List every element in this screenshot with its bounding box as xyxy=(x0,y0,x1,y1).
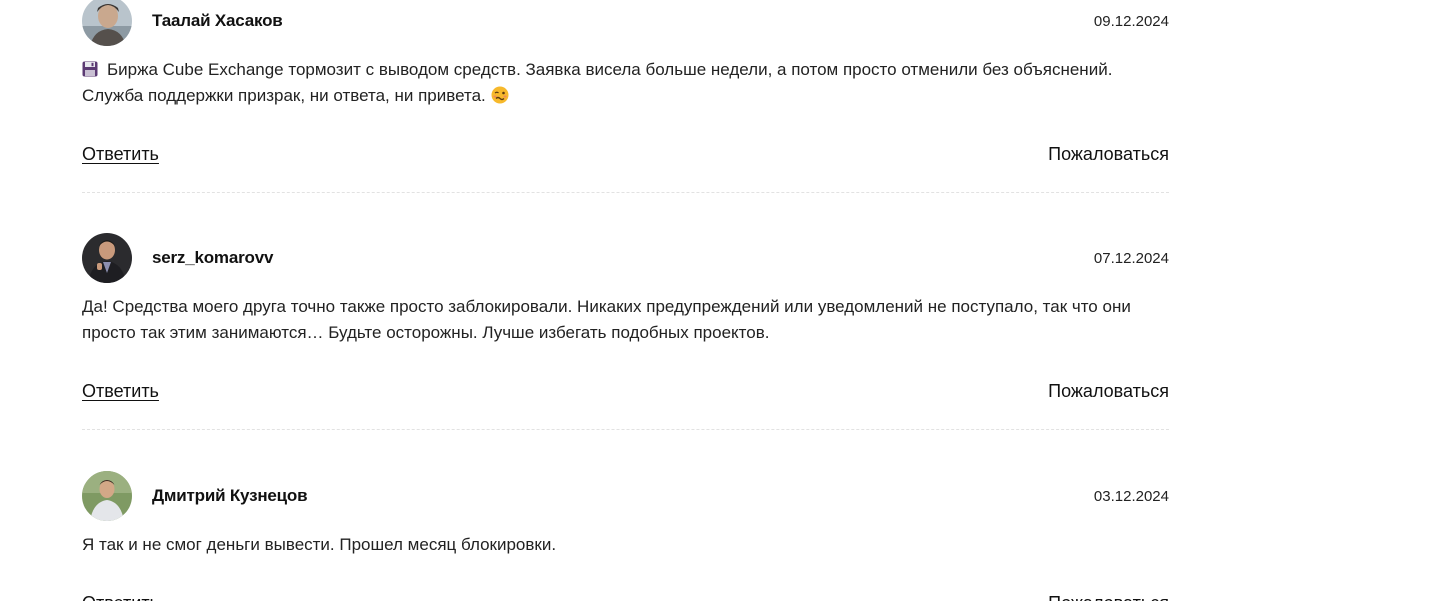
reply-link[interactable]: Ответить xyxy=(82,144,159,165)
comment-actions: Ответить Пожаловаться xyxy=(82,593,1169,601)
author-name[interactable]: serz_komarovv xyxy=(152,248,273,268)
comment-header: Таалай Хасаков 09.12.2024 xyxy=(82,0,1169,46)
woozy-face-icon xyxy=(491,86,509,104)
comment-text: Да! Средства моего друга точно также про… xyxy=(82,297,1131,342)
comment: serz_komarovv 07.12.2024 Да! Средства мо… xyxy=(82,233,1169,430)
comment-text: Биржа Cube Exchange тормозит с выводом с… xyxy=(82,57,1152,109)
comment-header: Дмитрий Кузнецов 03.12.2024 xyxy=(82,471,1169,521)
divider xyxy=(82,429,1169,430)
floppy-disk-icon xyxy=(82,61,98,77)
comment-text-body: Биржа Cube Exchange тормозит с выводом с… xyxy=(82,60,1113,105)
comment-actions: Ответить Пожаловаться xyxy=(82,144,1169,193)
comment-header: serz_komarovv 07.12.2024 xyxy=(82,233,1169,283)
comment-date: 03.12.2024 xyxy=(1093,488,1169,505)
reply-link[interactable]: Ответить xyxy=(82,593,159,601)
author-name[interactable]: Таалай Хасаков xyxy=(152,11,283,31)
divider xyxy=(82,192,1169,193)
comment-actions: Ответить Пожаловаться xyxy=(82,381,1169,430)
user-photo-icon xyxy=(82,233,132,283)
comment-date: 07.12.2024 xyxy=(1093,250,1169,267)
avatar[interactable] xyxy=(82,471,132,521)
user-photo-icon xyxy=(82,471,132,521)
comment: Дмитрий Кузнецов 03.12.2024 Я так и не с… xyxy=(82,471,1169,601)
author-name[interactable]: Дмитрий Кузнецов xyxy=(152,486,308,506)
comment-text: Я так и не смог деньги вывести. Прошел м… xyxy=(82,535,557,554)
reply-link[interactable]: Ответить xyxy=(82,381,159,402)
user-photo-icon xyxy=(82,0,132,46)
comment-date: 09.12.2024 xyxy=(1093,13,1169,30)
report-link[interactable]: Пожаловаться xyxy=(1048,381,1169,402)
report-link[interactable]: Пожаловаться xyxy=(1048,593,1169,601)
comment: Таалай Хасаков 09.12.2024 Биржа Cube Exc… xyxy=(82,0,1169,193)
report-link[interactable]: Пожаловаться xyxy=(1048,144,1169,165)
avatar[interactable] xyxy=(82,0,132,46)
avatar[interactable] xyxy=(82,233,132,283)
